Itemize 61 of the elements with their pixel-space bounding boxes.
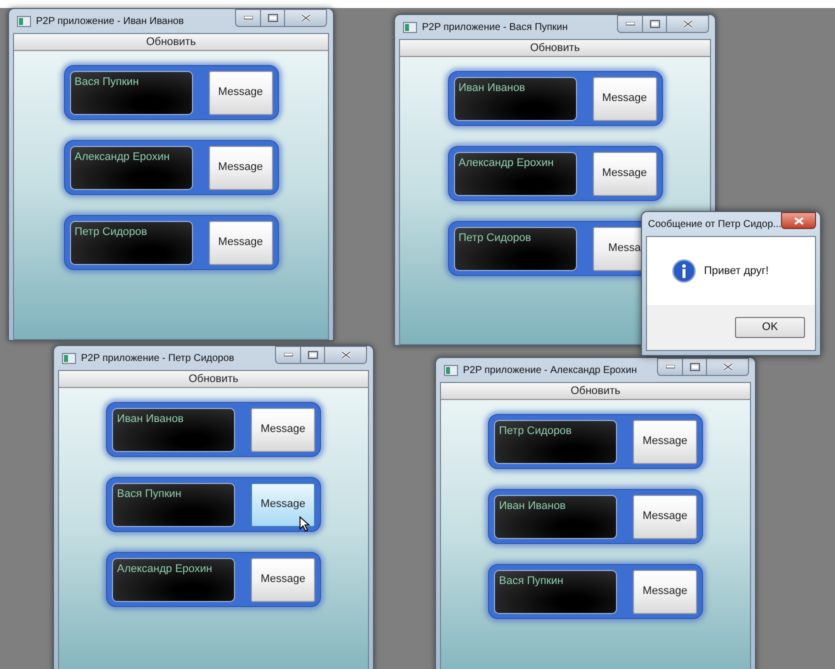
- ok-button[interactable]: OK: [735, 317, 805, 338]
- message-button[interactable]: Message: [592, 76, 656, 120]
- maximize-icon: [650, 20, 660, 28]
- contact-name: Иван Иванов: [458, 80, 526, 94]
- maximize-icon: [690, 363, 700, 371]
- minimize-button[interactable]: [275, 346, 301, 364]
- refresh-button[interactable]: Обновить: [14, 34, 328, 51]
- app-icon: [17, 16, 31, 26]
- window-title: P2P приложение - Иван Иванов: [36, 14, 185, 28]
- minimize-icon: [284, 353, 292, 357]
- contact-name: Иван Иванов: [499, 498, 567, 512]
- contact-name: Вася Пупкин: [117, 486, 182, 500]
- maximize-button[interactable]: [301, 346, 325, 364]
- close-icon: [682, 20, 692, 28]
- mouse-cursor-icon: [299, 516, 310, 532]
- message-button[interactable]: Message: [633, 494, 697, 538]
- minimize-button[interactable]: [657, 358, 683, 376]
- contact-name: Александр Ерохин: [458, 156, 555, 170]
- message-button[interactable]: Message: [208, 220, 272, 264]
- contact-name: Петр Сидоров: [499, 424, 573, 438]
- message-button[interactable]: Message: [208, 70, 272, 114]
- close-icon: [300, 14, 310, 22]
- minimize-button[interactable]: [617, 15, 643, 33]
- message-button[interactable]: Message: [251, 558, 315, 602]
- contact-name: Петр Сидоров: [458, 230, 532, 244]
- refresh-button[interactable]: Обновить: [441, 383, 750, 400]
- contact-name: Иван Иванов: [117, 412, 185, 426]
- maximize-button[interactable]: [261, 9, 285, 27]
- message-button[interactable]: Message: [633, 570, 697, 614]
- window-title: P2P приложение - Александр Ерохин: [463, 364, 638, 378]
- maximize-button[interactable]: [643, 15, 667, 33]
- minimize-icon: [244, 16, 252, 20]
- app-icon: [62, 352, 76, 364]
- message-button[interactable]: Message: [633, 420, 697, 464]
- info-icon: [672, 259, 696, 283]
- close-icon: [340, 351, 350, 359]
- close-button[interactable]: [781, 212, 816, 229]
- app-icon: [444, 364, 458, 376]
- app-icon: [403, 22, 417, 32]
- contact-name: Александр Ерохин: [117, 562, 214, 576]
- minimize-button[interactable]: [235, 9, 261, 27]
- refresh-button[interactable]: Обновить: [59, 371, 368, 388]
- close-icon: [794, 216, 804, 224]
- maximize-button[interactable]: [683, 358, 707, 376]
- window-title: P2P приложение - Вася Пупкин: [422, 20, 569, 34]
- contact-name: Вася Пупкин: [499, 574, 564, 588]
- close-icon: [722, 363, 732, 371]
- dialog-message: Привет друг!: [704, 264, 769, 279]
- contact-name: Вася Пупкин: [74, 74, 140, 88]
- minimize-icon: [626, 22, 634, 26]
- minimize-icon: [666, 365, 674, 369]
- message-button[interactable]: Message: [208, 146, 272, 190]
- contact-name: Петр Сидоров: [74, 224, 148, 238]
- contact-name: Александр Ерохин: [74, 150, 171, 164]
- window-title: P2P приложение - Петр Сидоров: [81, 352, 236, 366]
- maximize-icon: [308, 351, 318, 359]
- close-button[interactable]: [707, 358, 749, 376]
- message-button[interactable]: Message: [251, 408, 315, 452]
- refresh-button[interactable]: Обновить: [400, 40, 710, 57]
- maximize-icon: [268, 14, 278, 22]
- message-button[interactable]: Message: [592, 152, 656, 196]
